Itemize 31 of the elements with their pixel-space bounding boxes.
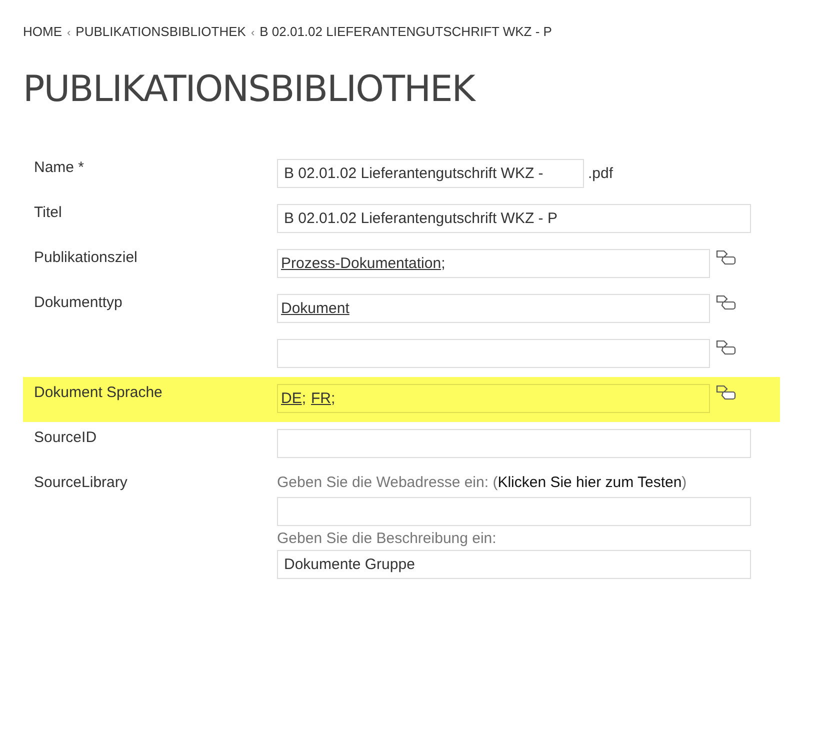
people-picker-field[interactable]: Prozess-Dokumentation; — [277, 249, 710, 278]
test-link[interactable]: Klicken Sie hier zum Testen — [498, 474, 682, 491]
description-field[interactable]: Dokumente Gruppe — [277, 550, 751, 579]
text-field[interactable] — [277, 429, 751, 458]
field-label: Name * — [34, 159, 84, 176]
text-field[interactable]: B 02.01.02 Lieferantengutschrift WKZ - P — [277, 204, 751, 233]
breadcrumb-link[interactable]: B 02.01.02 LIEFERANTENGUTSCHRIFT WKZ - P — [260, 24, 552, 39]
breadcrumb-link[interactable]: PUBLIKATIONSBIBLIOTHEK — [76, 24, 246, 39]
tag-icon[interactable] — [715, 249, 737, 267]
people-picker-field[interactable]: DE; FR; — [277, 384, 710, 413]
field-label: Titel — [34, 204, 62, 221]
field-label: Dokumenttyp — [34, 294, 122, 311]
field-label: Publikationsziel — [34, 249, 138, 266]
people-picker-field[interactable]: Dokument — [277, 294, 710, 323]
breadcrumb-link[interactable]: HOME — [23, 24, 62, 39]
people-picker-field[interactable] — [277, 339, 710, 368]
url-hint: Geben Sie die Webadresse ein: ( — [277, 474, 498, 491]
tag-icon[interactable] — [715, 339, 737, 357]
tag-icon[interactable] — [715, 384, 737, 402]
tag-icon[interactable] — [715, 294, 737, 312]
file-extension: .pdf — [588, 165, 614, 182]
field-label: Dokument Sprache — [34, 384, 162, 401]
breadcrumb-separator: ‹ — [250, 27, 255, 39]
text-field[interactable]: B 02.01.02 Lieferantengutschrift WKZ - — [277, 159, 584, 188]
url-hint-close: ) — [682, 474, 687, 491]
url-field[interactable] — [277, 497, 751, 526]
breadcrumb-separator: ‹ — [67, 27, 71, 39]
field-label: SourceLibrary — [34, 474, 128, 491]
field-label: SourceID — [34, 429, 97, 446]
description-hint: Geben Sie die Beschreibung ein: — [277, 530, 498, 547]
page-title: PUBLIKATIONSBIBLIOTHEK — [23, 69, 477, 110]
